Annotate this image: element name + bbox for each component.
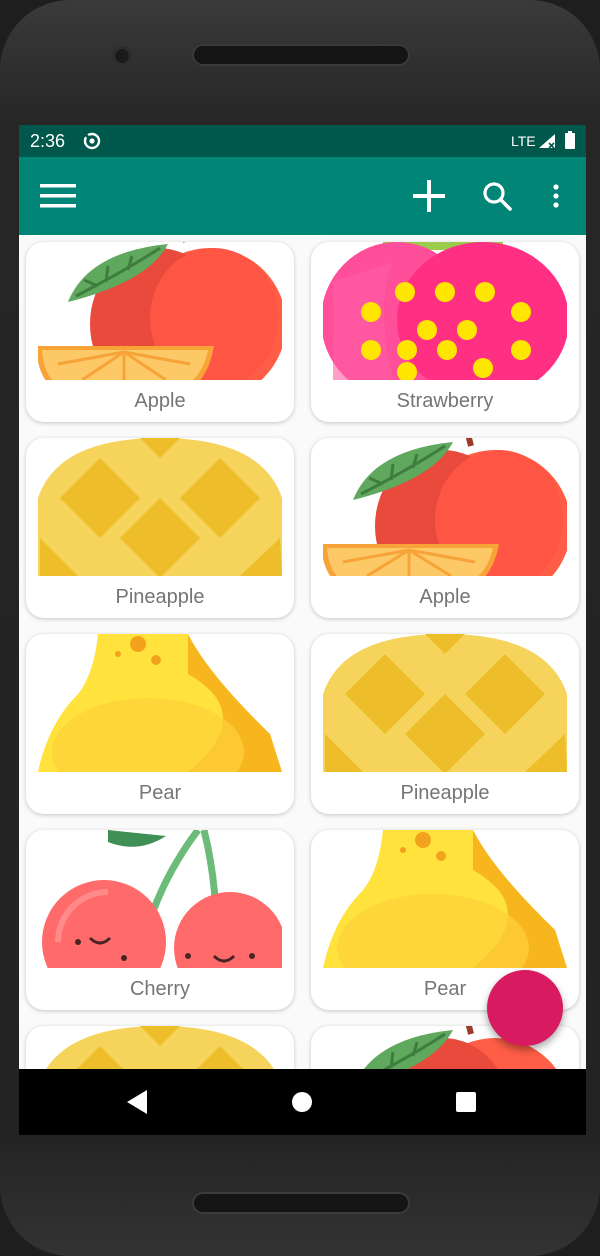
apple-image — [323, 438, 567, 576]
pear-image — [323, 830, 567, 968]
fruit-label: Cherry — [129, 978, 190, 1000]
battery-icon — [565, 131, 575, 149]
fruit-card[interactable]: Pineapple — [311, 634, 579, 814]
status-bar: 2:36 LTE — [19, 125, 586, 157]
fruit-label: Apple — [134, 390, 186, 412]
fruit-label: Pineapple — [115, 586, 205, 608]
search-icon[interactable] — [469, 157, 525, 235]
fruit-label: Pineapple — [400, 782, 490, 804]
fruit-card[interactable]: Strawberry — [311, 242, 579, 422]
app-toolbar — [19, 157, 586, 235]
front-camera — [112, 46, 132, 66]
signal-icon — [539, 134, 555, 149]
more-vert-icon[interactable] — [528, 157, 584, 235]
fruit-card[interactable]: Pineapple — [26, 438, 294, 618]
pineapple-image — [38, 1026, 282, 1069]
fruit-card[interactable]: Cherry — [26, 830, 294, 1010]
plus-icon[interactable] — [401, 157, 457, 235]
fruit-card[interactable]: Apple — [26, 242, 294, 422]
pineapple-image — [323, 634, 567, 772]
fruit-label: Pear — [138, 782, 182, 804]
back-triangle-icon[interactable] — [102, 1069, 172, 1135]
pineapple-image — [38, 438, 282, 576]
strawberry-image — [323, 242, 567, 380]
pear-image — [38, 634, 282, 772]
navigation-bar — [19, 1069, 586, 1135]
hamburger-menu-icon[interactable] — [30, 157, 86, 235]
network-type-label: LTE — [511, 133, 536, 149]
app-screen: 2:36 LTE Apple Strawberry Pineapple Appl… — [19, 125, 586, 1135]
fruit-card[interactable] — [26, 1026, 294, 1069]
apple-image — [38, 242, 282, 380]
recents-square-icon[interactable] — [431, 1069, 501, 1135]
fruit-card[interactable]: Pear — [26, 634, 294, 814]
fruit-card[interactable]: Apple — [311, 438, 579, 618]
home-circle-icon[interactable] — [267, 1069, 337, 1135]
fruit-grid: Apple Strawberry Pineapple Apple Pear Pi… — [19, 235, 586, 1069]
bottom-speaker — [192, 1192, 410, 1214]
fab-button[interactable] — [487, 970, 563, 1046]
status-time: 2:36 — [30, 131, 66, 151]
sync-icon — [83, 132, 101, 150]
phone-frame: 2:36 LTE Apple Strawberry Pineapple Appl… — [0, 0, 600, 1256]
fruit-label: Apple — [419, 586, 471, 608]
cherry-image — [38, 830, 282, 968]
earpiece-speaker — [192, 44, 410, 66]
fruit-label: Strawberry — [396, 390, 494, 412]
